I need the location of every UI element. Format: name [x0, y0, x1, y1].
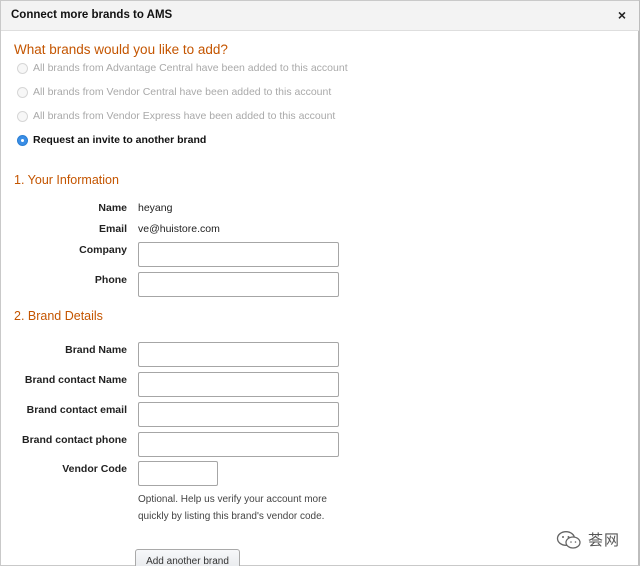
radio-advantage-central[interactable] — [17, 62, 28, 74]
close-icon[interactable]: × — [615, 7, 629, 23]
option-request-invite-label: Request an invite to another brand — [33, 134, 207, 146]
radio-vendor-central[interactable] — [17, 86, 28, 98]
brand-name-input[interactable] — [138, 342, 339, 367]
dialog-title: Connect more brands to AMS — [11, 9, 173, 21]
wechat-icon — [556, 530, 581, 549]
add-another-brand-button[interactable]: Add another brand — [135, 549, 240, 566]
name-label: Name — [98, 202, 127, 214]
watermark-text: 荟网 — [588, 532, 621, 549]
company-input[interactable] — [138, 242, 339, 267]
radio-vendor-express[interactable] — [17, 110, 28, 122]
brand-contact-name-label: Brand contact Name — [24, 374, 127, 386]
connect-brands-dialog: Connect more brands to AMS × What brands… — [0, 0, 640, 566]
dialog-header: Connect more brands to AMS × — [1, 1, 639, 31]
option-advantage-central-label: All brands from Advantage Central have b… — [33, 62, 348, 74]
radio-request-invite[interactable] — [17, 134, 28, 146]
brand-contact-phone-input[interactable] — [138, 432, 339, 457]
email-label: Email — [98, 223, 127, 235]
email-value: ve@huistore.com — [138, 223, 220, 235]
brand-name-label: Brand Name — [65, 344, 127, 356]
name-value: heyang — [138, 202, 173, 214]
phone-input[interactable] — [138, 272, 339, 297]
brand-details-heading: 2. Brand Details — [14, 309, 103, 323]
option-vendor-express-label: All brands from Vendor Express have been… — [33, 110, 336, 122]
brand-contact-phone-label: Brand contact phone — [21, 434, 127, 446]
option-vendor-express[interactable]: All brands from Vendor Express have been… — [17, 109, 335, 123]
brands-question-heading: What brands would you like to add? — [14, 42, 228, 57]
watermark: 荟网 — [556, 529, 620, 550]
vendor-code-help-text: Optional. Help us verify your account mo… — [138, 494, 327, 522]
option-vendor-central-label: All brands from Vendor Central have been… — [33, 86, 332, 98]
your-information-heading: 1. Your Information — [14, 173, 119, 187]
vendor-code-input[interactable] — [138, 461, 218, 486]
company-label: Company — [79, 244, 127, 256]
brand-contact-name-input[interactable] — [138, 372, 339, 397]
brand-contact-email-label: Brand contact email — [26, 404, 127, 416]
vendor-code-label: Vendor Code — [62, 463, 127, 475]
option-vendor-central[interactable]: All brands from Vendor Central have been… — [17, 85, 331, 99]
option-request-invite[interactable]: Request an invite to another brand — [17, 133, 206, 147]
brand-contact-email-input[interactable] — [138, 402, 339, 427]
phone-label: Phone — [94, 274, 127, 286]
option-advantage-central[interactable]: All brands from Advantage Central have b… — [17, 61, 348, 75]
